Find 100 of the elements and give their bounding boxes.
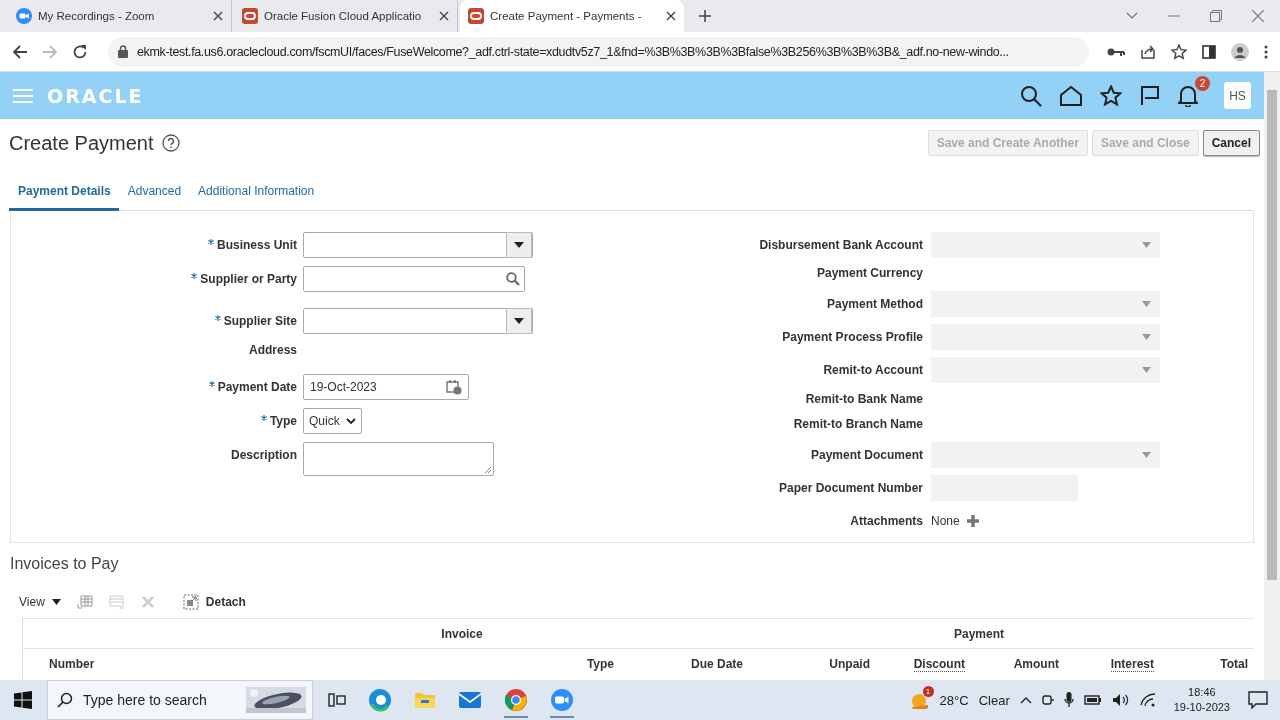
field-label: Business Unit <box>217 238 297 252</box>
flag-icon[interactable] <box>1140 85 1160 106</box>
address-field[interactable]: ekmk-test.fa.us6.oraclecloud.com/fscmUI/faces/FuseWelcome?_adf.ctrl-state=xdudtv5z7_1&fnd=%3B%3B%3B%3Bfalse%3B256%3B%3B%3B&_adf.no-new-windo... <box>108 36 1089 67</box>
wifi-icon[interactable] <box>1139 693 1156 707</box>
microphone-icon[interactable] <box>1063 692 1074 708</box>
tab[interactable]: Payment Details <box>9 180 119 211</box>
browser-tab[interactable]: My Recordings - Zoom <box>8 0 232 32</box>
detach-button[interactable]: Detach <box>182 594 246 610</box>
menu-icon[interactable] <box>1264 44 1268 59</box>
battery-icon[interactable] <box>1083 694 1102 706</box>
type-dropdown[interactable]: Quick <box>303 408 362 434</box>
column-header[interactable]: Interest <box>1110 657 1154 672</box>
star-icon[interactable] <box>1100 84 1122 107</box>
search-field[interactable] <box>303 266 525 292</box>
caret-icon <box>51 599 61 605</box>
column-group-header: Invoice <box>440 626 484 641</box>
tab-title: Oracle Fusion Cloud Applicatio <box>264 10 423 22</box>
close-icon[interactable] <box>439 11 449 21</box>
field-label: Remit-to Branch Name <box>793 417 923 431</box>
restore-icon[interactable] <box>1210 10 1222 22</box>
field-label: Supplier Site <box>223 314 297 328</box>
delete-icon <box>140 595 155 609</box>
volume-icon[interactable] <box>1111 693 1130 707</box>
search-icon[interactable] <box>506 272 520 286</box>
browser-tab[interactable]: Oracle Fusion Cloud Applicatio <box>234 0 458 32</box>
close-icon[interactable] <box>213 11 223 21</box>
field-label: Payment Process Profile <box>782 330 923 344</box>
user-avatar[interactable]: HS <box>1224 82 1251 109</box>
back-icon[interactable] <box>12 43 28 60</box>
browser-tab[interactable]: Create Payment - Payments - <box>460 0 684 32</box>
column-header: Total <box>1220 657 1248 671</box>
chevron-up-icon[interactable] <box>1019 696 1032 704</box>
app-icon <box>242 8 258 24</box>
column-header: Due Date <box>691 657 743 671</box>
field-label: Attachments <box>850 514 923 528</box>
chevron-down-icon[interactable] <box>1126 12 1138 20</box>
search-field[interactable]: Type here to search <box>47 680 313 720</box>
new-tab-icon[interactable] <box>698 9 712 23</box>
dropdown-button[interactable] <box>506 232 532 258</box>
field-label: Supplier or Party <box>200 272 297 286</box>
temperature: 28°C <box>939 692 969 708</box>
dropdown-icon <box>1142 367 1151 373</box>
task-view-icon[interactable] <box>328 691 346 709</box>
key-icon[interactable] <box>1107 46 1125 57</box>
add-icon[interactable] <box>965 514 980 528</box>
field-label: Description <box>231 448 297 462</box>
field-label: Disbursement Bank Account <box>759 238 923 252</box>
tab-title: My Recordings - Zoom <box>38 10 156 22</box>
select-field[interactable] <box>303 232 533 258</box>
browser-icon[interactable] <box>504 688 528 712</box>
field-label: Payment Currency <box>816 266 923 280</box>
home-icon[interactable] <box>1060 85 1082 106</box>
tab[interactable]: Additional Information <box>189 180 323 211</box>
app-icon <box>468 8 484 24</box>
weather-badge: 1 <box>922 686 934 697</box>
close-icon[interactable] <box>666 11 676 21</box>
calendar-icon[interactable] <box>446 379 462 395</box>
help-icon[interactable] <box>161 134 180 152</box>
column-header: Amount <box>1013 657 1059 671</box>
select-field[interactable] <box>303 308 533 334</box>
share-icon[interactable] <box>1140 43 1156 60</box>
reload-icon[interactable] <box>72 43 88 60</box>
column-header[interactable]: Discount <box>913 657 965 672</box>
detach-icon <box>182 594 199 610</box>
button[interactable]: Cancel <box>1202 130 1260 156</box>
video-app-icon[interactable] <box>550 688 574 712</box>
dropdown-button[interactable] <box>506 308 532 334</box>
dropdown-icon <box>1142 242 1151 248</box>
date-field[interactable]: 19-Oct-2023 <box>303 374 469 400</box>
tab[interactable]: Advanced <box>118 180 190 211</box>
scrollbar[interactable] <box>1264 72 1280 680</box>
meet-icon[interactable] <box>1041 693 1054 707</box>
profile-icon[interactable] <box>1231 42 1249 61</box>
folder-icon[interactable] <box>414 691 436 709</box>
field-label: Address <box>248 343 297 357</box>
side-panel-icon[interactable] <box>1202 44 1216 59</box>
dropdown-icon <box>1142 301 1151 307</box>
notification-badge: 2 <box>1195 75 1210 91</box>
view-menu[interactable]: View <box>19 595 61 609</box>
star-icon[interactable] <box>1171 43 1187 60</box>
field-label: Type <box>269 414 297 428</box>
field-label: Payment Date <box>217 380 297 394</box>
attachments-value: None <box>931 514 960 528</box>
notifications-icon[interactable] <box>1248 691 1268 709</box>
tab-title: Create Payment - Payments - <box>490 10 643 22</box>
wrap-icon <box>108 594 125 610</box>
start-icon[interactable] <box>14 691 32 709</box>
field-label: Remit-to Account <box>823 363 923 377</box>
scroll-thumb[interactable] <box>1267 90 1277 580</box>
field-label: Payment Method <box>827 297 923 311</box>
bell-icon[interactable] <box>1178 84 1198 107</box>
mail-icon[interactable] <box>458 690 482 710</box>
search-icon[interactable] <box>1020 84 1042 107</box>
clock-time: 18:46 <box>1188 685 1216 700</box>
description-field[interactable] <box>303 442 494 476</box>
column-header: Type <box>586 657 614 671</box>
lock-icon <box>118 45 128 58</box>
weather-icon <box>909 691 930 709</box>
browser-icon[interactable] <box>368 688 392 712</box>
field-label: Payment Document <box>810 448 923 462</box>
